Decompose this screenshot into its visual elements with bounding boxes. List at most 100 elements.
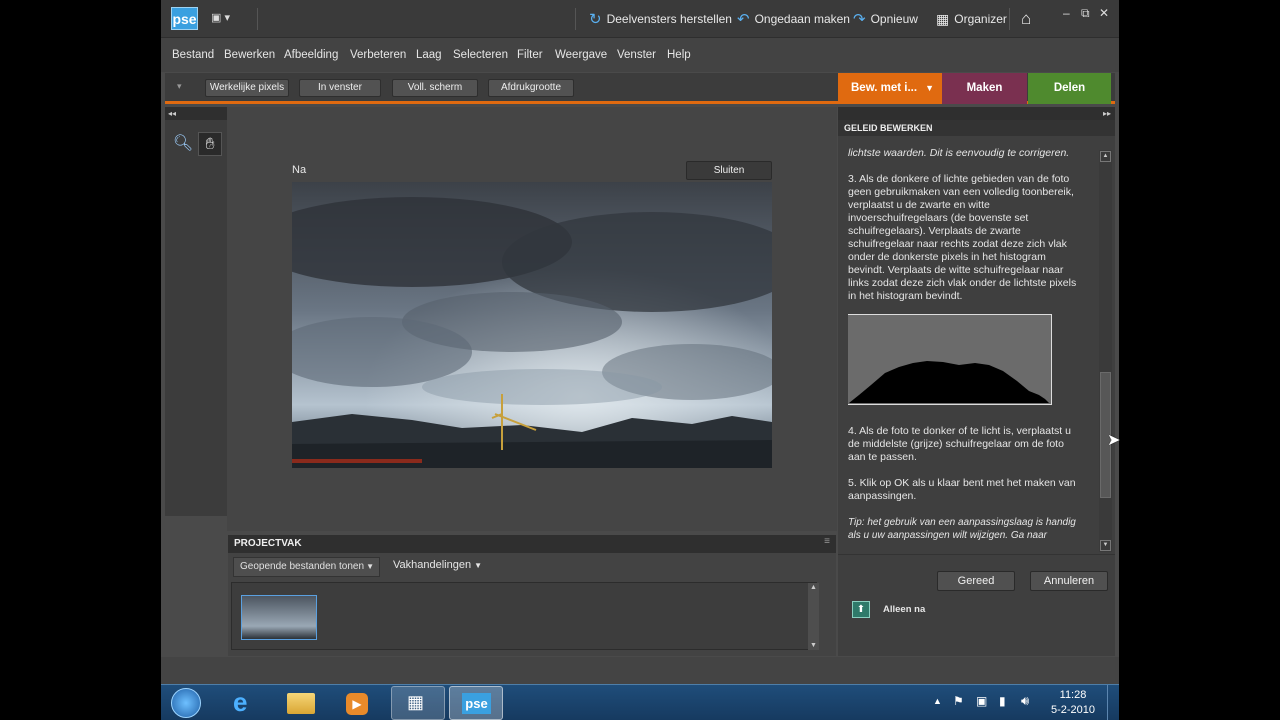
show-hidden-icons[interactable]: ▲ <box>933 696 942 706</box>
undo-icon: ↶ <box>737 11 750 28</box>
instruction-partial: lichtste waarden. Dit is eenvoudig te co… <box>848 147 1070 159</box>
instruction-step-5: 5. Klik op OK als u klaar bent met het m… <box>848 477 1076 502</box>
panel-divider <box>838 554 1115 555</box>
menu-laag[interactable]: Laag <box>416 49 442 61</box>
internet-explorer-icon[interactable]: e <box>227 686 263 720</box>
chevron-down-icon: ▼ <box>925 83 934 93</box>
chevron-down-icon: ▼ <box>474 561 483 570</box>
tab-edit-label: Bew. met i... <box>851 82 918 94</box>
guided-instructions: lichtste waarden. Dit is eenvoudig te co… <box>848 146 1080 552</box>
show-files-label: Geopende bestanden tonen <box>240 561 364 572</box>
guided-edit-header: GELEID BEWERKEN <box>838 120 1115 136</box>
bin-actions-menu[interactable]: Vakhandelingen ▼ <box>393 559 482 571</box>
tab-create[interactable]: Maken <box>942 73 1027 104</box>
done-button[interactable]: Gereed <box>937 571 1015 591</box>
project-bin-title: PROJECTVAK <box>234 538 302 549</box>
collapse-toolbox-icon[interactable]: ◂◂ <box>165 107 227 120</box>
print-size-button[interactable]: Afdrukgrootte <box>488 79 574 97</box>
instruction-step-3: 3. Als de donkere of lichte gebieden van… <box>848 173 1077 302</box>
menu-bar: Bestand Bewerken Afbeelding Verbeteren L… <box>161 38 1119 72</box>
windows-taskbar: e ▶ ▦ pse ▲ ⚑ ▣ ▮ 🔊︎ 11:28 5-2-2010 <box>161 684 1119 720</box>
panel-menu-icon[interactable]: ≡ <box>824 536 830 547</box>
network-icon[interactable]: ▮ <box>999 694 1006 708</box>
photo-thumbnail[interactable] <box>241 595 317 640</box>
flag-icon[interactable]: ⚑ <box>953 694 964 708</box>
clock-date: 5-2-2010 <box>1050 704 1096 716</box>
redo-button[interactable]: ↷ Opnieuw <box>853 9 918 29</box>
organizer-icon: ▦ <box>936 10 950 27</box>
menu-selecteren[interactable]: Selecteren <box>453 49 508 61</box>
close-after-button[interactable]: Sluiten <box>686 161 772 180</box>
chevron-down-icon: ▼ <box>366 562 374 571</box>
project-bin-area: ▲ ▼ <box>231 582 819 650</box>
device-icon[interactable]: ▣ <box>976 694 987 708</box>
tab-edit[interactable]: Bew. met i... ▼ <box>838 73 942 104</box>
menu-weergave[interactable]: Weergave <box>555 49 607 61</box>
organizer-taskbar-button[interactable]: ▦ <box>391 686 445 720</box>
clock[interactable]: 11:28 5-2-2010 <box>1045 688 1101 718</box>
scroll-up-icon[interactable]: ▲ <box>1100 151 1111 162</box>
organizer-grid-icon: ▦ <box>407 692 425 712</box>
clock-time: 11:28 <box>1059 689 1087 701</box>
menu-bewerken[interactable]: Bewerken <box>224 49 275 61</box>
redo-label: Opnieuw <box>870 12 918 26</box>
show-files-dropdown[interactable]: Geopende bestanden tonen ▼ <box>233 557 380 577</box>
undo-label: Ongedaan maken <box>754 12 850 26</box>
hand-icon[interactable]: ✋︎ <box>198 132 222 156</box>
menu-venster[interactable]: Venster <box>617 49 656 61</box>
layout-icon: ▣ <box>211 12 222 24</box>
chevron-down-icon: ▾ <box>224 12 230 24</box>
app-logo: pse <box>171 7 198 30</box>
reset-panels-label: Deelvensters herstellen <box>606 12 732 26</box>
guided-edit-title: GELEID BEWERKEN <box>844 123 933 133</box>
histogram <box>848 314 1052 405</box>
bin-scrollbar[interactable]: ▲ ▼ <box>808 583 819 650</box>
guided-scrollbar[interactable]: ▲ ▼ <box>1099 150 1112 552</box>
arrow-up-icon: ⬆ <box>856 604 866 615</box>
volume-icon[interactable]: 🔊︎ <box>1021 693 1029 709</box>
toolbox: 🔍︎ ✋︎ <box>165 120 227 516</box>
undo-button[interactable]: ↶ Ongedaan maken <box>737 9 850 29</box>
layout-dropdown[interactable]: ▣ ▾ <box>211 11 247 27</box>
actual-pixels-button[interactable]: Werkelijke pixels <box>205 79 289 97</box>
menu-bestand[interactable]: Bestand <box>172 49 214 61</box>
restore-icon[interactable]: ⧉ <box>1081 6 1090 21</box>
fit-window-button[interactable]: In venster <box>299 79 381 97</box>
menu-help[interactable]: Help <box>667 49 691 61</box>
collapse-panel-icon[interactable]: ▸▸ <box>838 107 1115 120</box>
after-only-toggle[interactable]: ⬆ <box>852 601 870 618</box>
organizer-button[interactable]: ▦ Organizer <box>936 9 1007 29</box>
reset-icon: ↻ <box>589 11 602 28</box>
instruction-step-4: 4. Als de foto te donker of te licht is,… <box>848 425 1071 463</box>
full-screen-button[interactable]: Voll. scherm <box>392 79 478 97</box>
menu-afbeelding[interactable]: Afbeelding <box>284 49 338 61</box>
zoom-icon[interactable]: 🔍︎ <box>171 132 195 156</box>
minimize-icon[interactable]: – <box>1063 6 1070 20</box>
pse-taskbar-logo: pse <box>462 693 491 714</box>
media-player-icon[interactable]: ▶ <box>339 686 375 720</box>
scroll-down-icon[interactable]: ▼ <box>1100 540 1111 551</box>
status-bar <box>161 657 1119 684</box>
redo-icon: ↷ <box>853 11 866 28</box>
options-chevron-icon[interactable]: ▾ <box>177 81 182 92</box>
scroll-up-icon[interactable]: ▲ <box>810 584 817 591</box>
menu-verbeteren[interactable]: Verbeteren <box>350 49 406 61</box>
instruction-tip: Tip: het gebruik van een aanpassingslaag… <box>848 517 1076 541</box>
start-button[interactable] <box>167 686 203 720</box>
windows-logo-icon <box>171 688 201 718</box>
bin-actions-label: Vakhandelingen <box>393 559 472 571</box>
mouse-cursor-icon: ➤ <box>1107 432 1121 449</box>
menu-filter[interactable]: Filter <box>517 49 543 61</box>
reset-panels-button[interactable]: ↻ Deelvensters herstellen <box>589 9 732 29</box>
show-desktop-button[interactable] <box>1107 685 1119 720</box>
after-only-label: Alleen na <box>883 604 926 615</box>
tool-options-bar: ▾ Werkelijke pixels In venster Voll. sch… <box>165 73 1115 104</box>
tab-share[interactable]: Delen <box>1028 73 1111 104</box>
scroll-down-icon[interactable]: ▼ <box>810 642 817 649</box>
after-label: Na <box>292 164 307 176</box>
file-explorer-icon[interactable] <box>283 686 319 720</box>
cancel-button[interactable]: Annuleren <box>1030 571 1108 591</box>
pse-taskbar-button[interactable]: pse <box>449 686 503 720</box>
close-icon[interactable]: ✕ <box>1099 6 1109 20</box>
home-icon[interactable]: ⌂ <box>1021 9 1031 29</box>
